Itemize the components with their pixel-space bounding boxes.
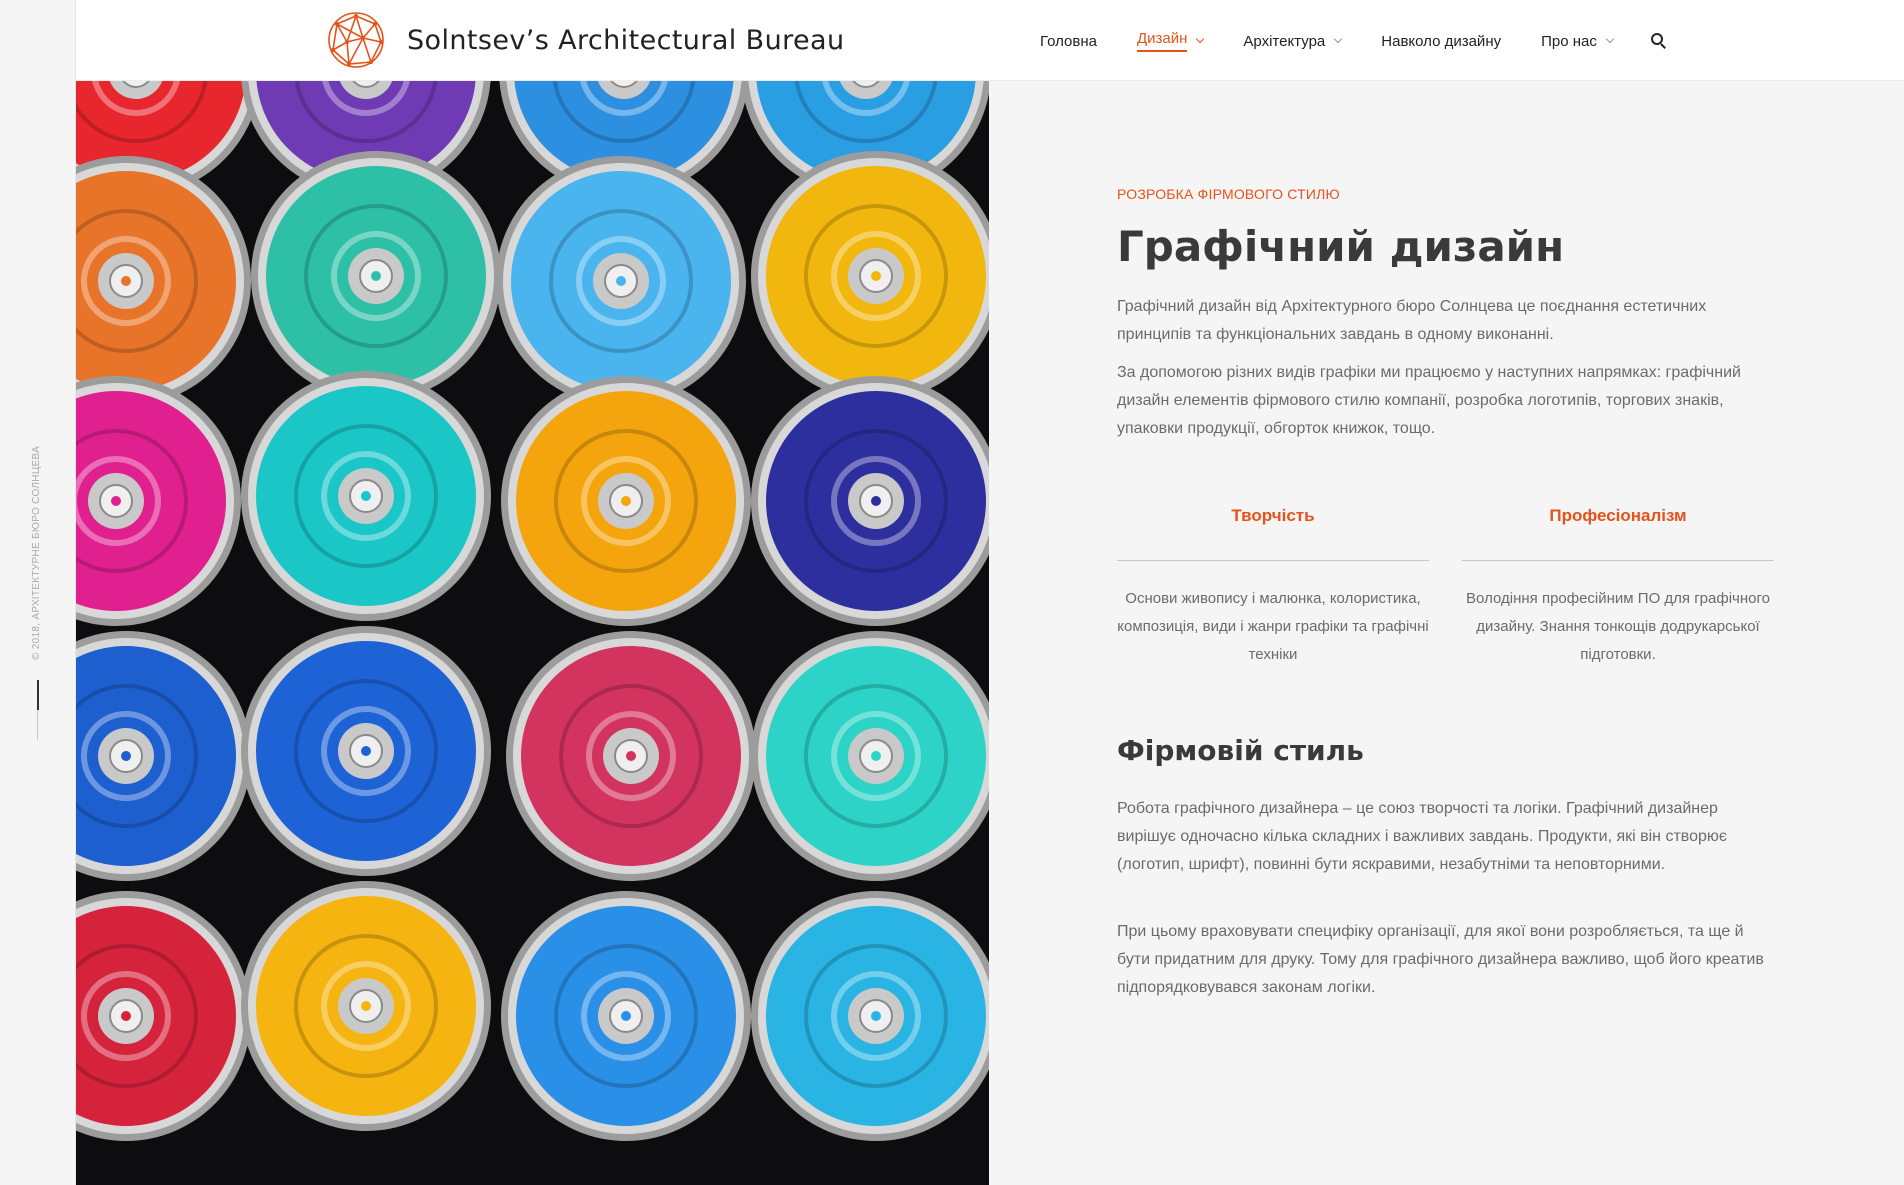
nav-item-design[interactable]: Дизайн	[1137, 30, 1205, 52]
nav-label: Дизайн	[1137, 30, 1188, 52]
site-header: Solntsev’s Architectural Bureau Головна …	[76, 0, 1904, 81]
nav-item-about[interactable]: Про нас	[1541, 32, 1615, 50]
feature-title: Професіоналізм	[1549, 506, 1687, 525]
chevron-down-icon	[1334, 34, 1343, 43]
rail-line-light	[37, 710, 38, 740]
intro-paragraph: Графічний дизайн від Архітектурного бюро…	[1117, 298, 1707, 343]
chevron-down-icon	[1605, 34, 1615, 43]
rail-line-dark	[37, 680, 39, 710]
section-subtitle: Фірмовій стиль	[1117, 734, 1364, 767]
feature-creativity: Творчість Основи живопису і малюнка, кол…	[1117, 506, 1429, 669]
divider	[1117, 560, 1429, 561]
hero-image	[76, 81, 989, 1185]
directions-paragraph: За допомогою різних видів графіки ми пра…	[1117, 364, 1741, 437]
chevron-down-icon	[1196, 34, 1205, 43]
feature-title: Творчість	[1231, 506, 1315, 525]
logic-paragraph: При цьому враховувати специфіку організа…	[1117, 923, 1764, 996]
feature-text: Основи живопису і малюнка, колористика, …	[1117, 590, 1429, 663]
search-icon[interactable]	[1650, 33, 1667, 49]
feature-text: Володіння професійним ПО для графічного …	[1466, 590, 1770, 663]
nav-item-architecture[interactable]: Архітектура	[1243, 32, 1343, 50]
logo-text: Solntsev’s Architectural Bureau	[407, 24, 845, 56]
divider	[1462, 560, 1774, 561]
corporate-style-paragraph: Робота графічного дизайнера – це союз тв…	[1117, 800, 1728, 873]
nav-item-around-design[interactable]: Навколо дизайну	[1381, 33, 1501, 50]
spray-cans-illustration	[76, 81, 989, 1141]
nav-label: Навколо дизайну	[1381, 32, 1502, 50]
feature-professionalism: Професіоналізм Володіння професійним ПО …	[1462, 506, 1774, 669]
page-title: Графічний дизайн	[1117, 222, 1565, 271]
left-rail: © 2018, АРХІТЕКТУРНЕ БЮРО СОЛНЦЕВА	[0, 0, 76, 1185]
main-nav: Головна Дизайн Архітектура Навколо дизай…	[1040, 30, 1667, 52]
logo-icon	[328, 12, 384, 68]
nav-label: Архітектура	[1243, 32, 1326, 50]
rail-copyright: © 2018, АРХІТЕКТУРНЕ БЮРО СОЛНЦЕВА	[31, 445, 42, 660]
nav-label: Головна	[1040, 32, 1097, 50]
nav-label: Про нас	[1541, 32, 1597, 50]
logo[interactable]: Solntsev’s Architectural Bureau	[325, 10, 844, 70]
nav-item-home[interactable]: Головна	[1040, 33, 1097, 50]
section-kicker: РОЗРОБКА ФІРМОВОГО СТИЛЮ	[1117, 186, 1340, 202]
